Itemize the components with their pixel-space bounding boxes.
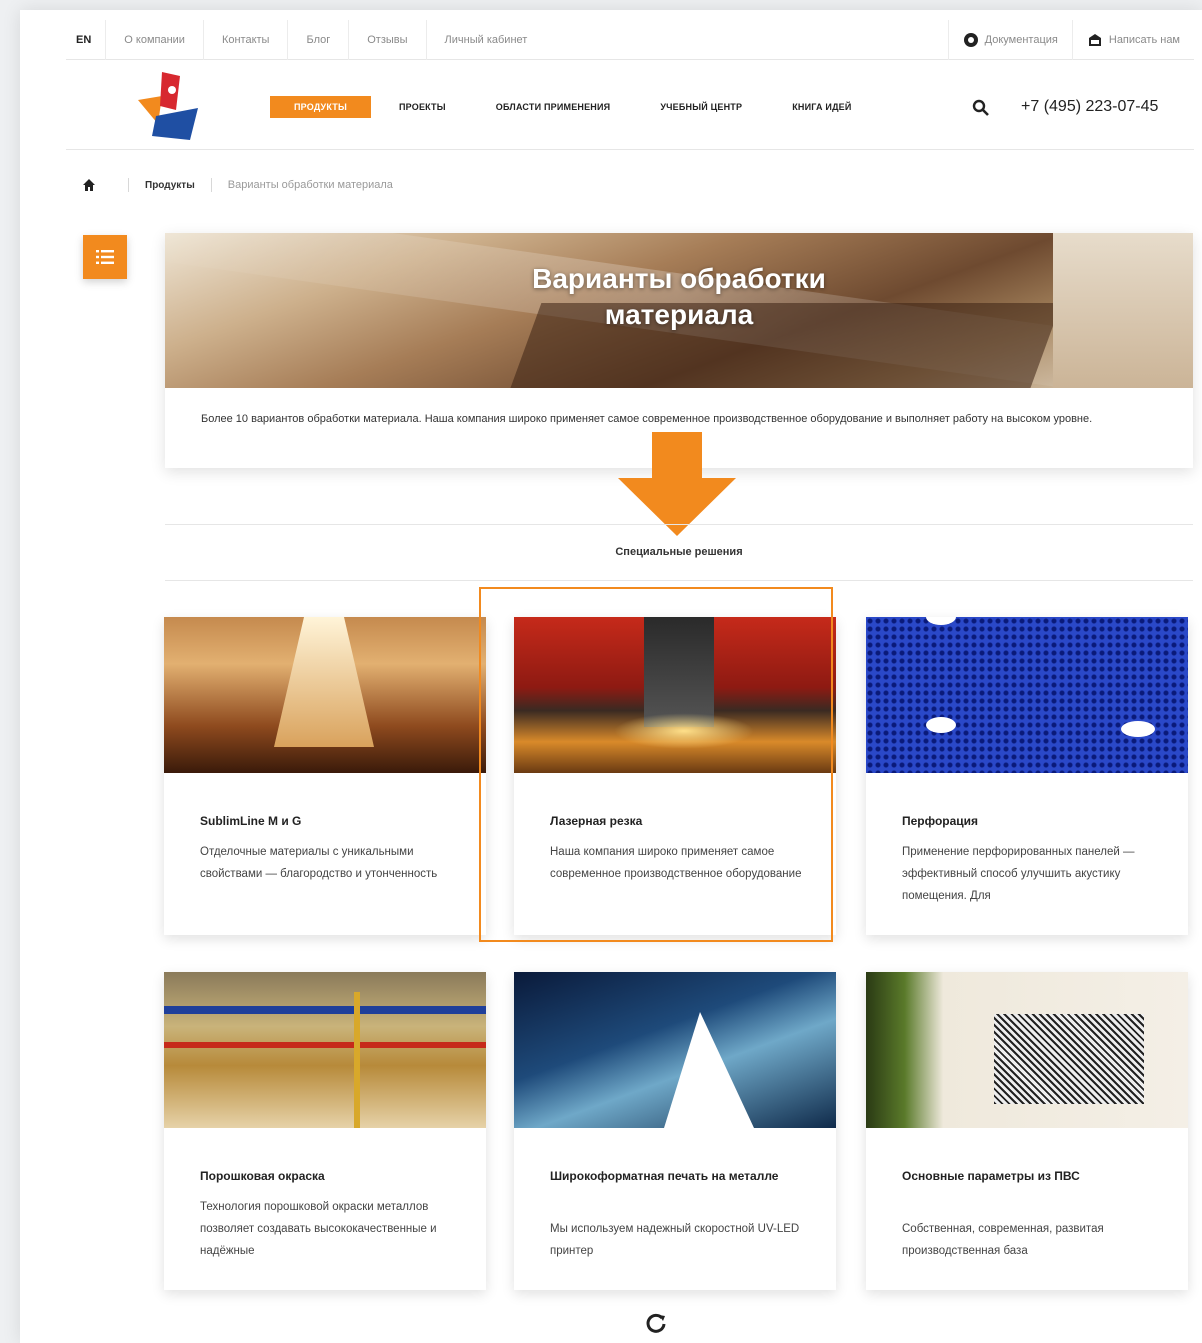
card-description: Собственная, современная, развитая произ… — [902, 1223, 1104, 1257]
card-pvs-parameters[interactable]: Основные параметры из ПВС Собственная, с… — [866, 972, 1188, 1290]
card-title: Перфорация — [902, 814, 979, 828]
section-title: Специальные решения — [615, 546, 743, 558]
nav-item-products[interactable]: ПРОДУКТЫ — [270, 96, 371, 118]
topbar-link-contacts[interactable]: Контакты — [204, 19, 289, 60]
nav-item-applications[interactable]: ОБЛАСТИ ПРИМЕНЕНИЯ — [496, 97, 611, 117]
main-nav: ПРОДУКТЫ ПРОЕКТЫ ОБЛАСТИ ПРИМЕНЕНИЯ УЧЕБ… — [270, 96, 902, 118]
card-image — [866, 972, 1188, 1128]
page-title: Варианты обработки материала — [532, 263, 826, 330]
write-us-label: Написать нам — [1108, 33, 1180, 46]
main-header: ПРОДУКТЫ ПРОЕКТЫ ОБЛАСТИ ПРИМЕНЕНИЯ УЧЕБ… — [66, 62, 1194, 150]
mail-icon — [1088, 33, 1101, 46]
phone-number[interactable]: +7 (495) 223-07-45 — [1021, 98, 1158, 116]
card-title: Порошковая окраска — [200, 1169, 325, 1183]
card-image — [164, 617, 486, 773]
write-us-link[interactable]: Написать нам — [1071, 19, 1194, 60]
docs-label: Документация — [984, 33, 1058, 46]
menu-list-icon — [96, 250, 114, 264]
topbar-link-about[interactable]: О компании — [106, 19, 204, 60]
top-utility-bar: EN О компании Контакты Блог Отзывы Личны… — [66, 19, 1194, 60]
card-description: Отделочные материалы с уникальными свойс… — [200, 846, 438, 880]
card-image — [164, 972, 486, 1128]
card-title: SublimLine M и G — [200, 814, 302, 828]
catalog-menu-button[interactable] — [83, 235, 127, 279]
card-title: Основные параметры из ПВС — [902, 1169, 1080, 1183]
nav-item-projects[interactable]: ПРОЕКТЫ — [399, 97, 446, 117]
card-description: Применение перфорированных панелей — эфф… — [902, 846, 1135, 902]
topbar-link-account[interactable]: Личный кабинет — [427, 20, 546, 60]
card-title: Широкоформатная печать на металле — [550, 1169, 779, 1183]
highlight-frame — [479, 587, 833, 942]
docs-icon — [963, 32, 978, 47]
card-wide-format-print[interactable]: Широкоформатная печать на металле Мы исп… — [514, 972, 836, 1290]
search-icon[interactable] — [972, 99, 990, 117]
down-arrow-icon — [618, 432, 736, 536]
card-description: Мы используем надежный скоростной UV-LED… — [550, 1223, 800, 1257]
company-logo[interactable] — [132, 66, 206, 142]
topbar-link-blog[interactable]: Блог — [288, 19, 350, 60]
card-perforation[interactable]: Перфорация Применение перфорированных па… — [866, 617, 1188, 935]
breadcrumb-current: Варианты обработки материала — [227, 179, 393, 191]
breadcrumb: Продукты Варианты обработки материала — [82, 178, 393, 192]
page: EN О компании Контакты Блог Отзывы Личны… — [20, 10, 1202, 1343]
hero-description: Более 10 вариантов обработки материала. … — [201, 413, 1093, 425]
card-image — [866, 617, 1188, 773]
docs-link[interactable]: Документация — [947, 19, 1072, 60]
refresh-icon[interactable] — [645, 1312, 667, 1334]
breadcrumb-products[interactable]: Продукты — [145, 180, 195, 191]
nav-item-ideas[interactable]: КНИГА ИДЕЙ — [792, 97, 851, 117]
language-switch[interactable]: EN — [66, 19, 107, 60]
home-icon[interactable] — [82, 178, 96, 192]
card-sublimline[interactable]: SublimLine M и G Отделочные материалы с … — [164, 617, 486, 935]
card-image — [514, 972, 836, 1128]
topbar-link-reviews[interactable]: Отзывы — [349, 19, 427, 60]
card-powder-coating[interactable]: Порошковая окраска Технология порошковой… — [164, 972, 486, 1290]
card-description: Технология порошковой окраски металлов п… — [200, 1201, 437, 1257]
nav-item-training[interactable]: УЧЕБНЫЙ ЦЕНТР — [660, 97, 742, 117]
hero-image: Варианты обработки материала — [165, 233, 1193, 388]
